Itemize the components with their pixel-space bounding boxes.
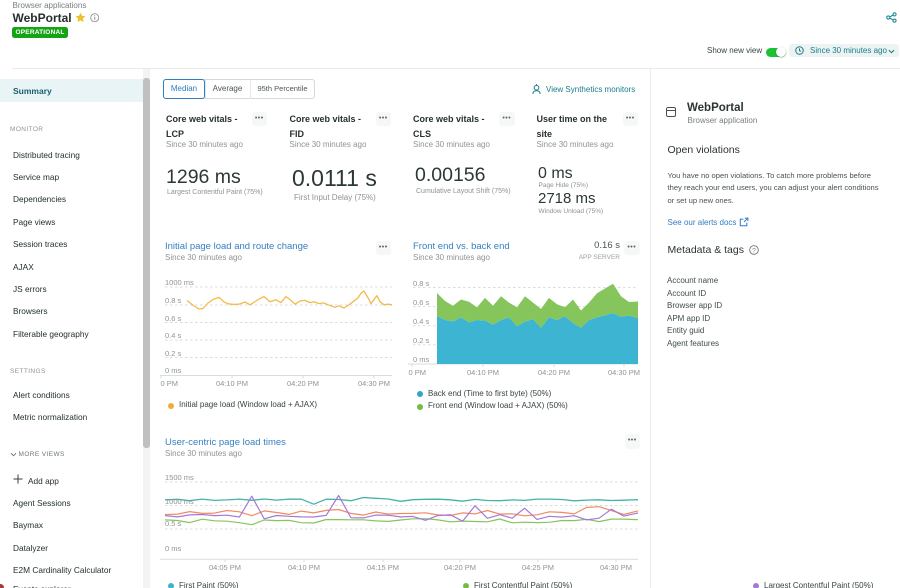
svg-text:?: ? [752, 247, 756, 254]
